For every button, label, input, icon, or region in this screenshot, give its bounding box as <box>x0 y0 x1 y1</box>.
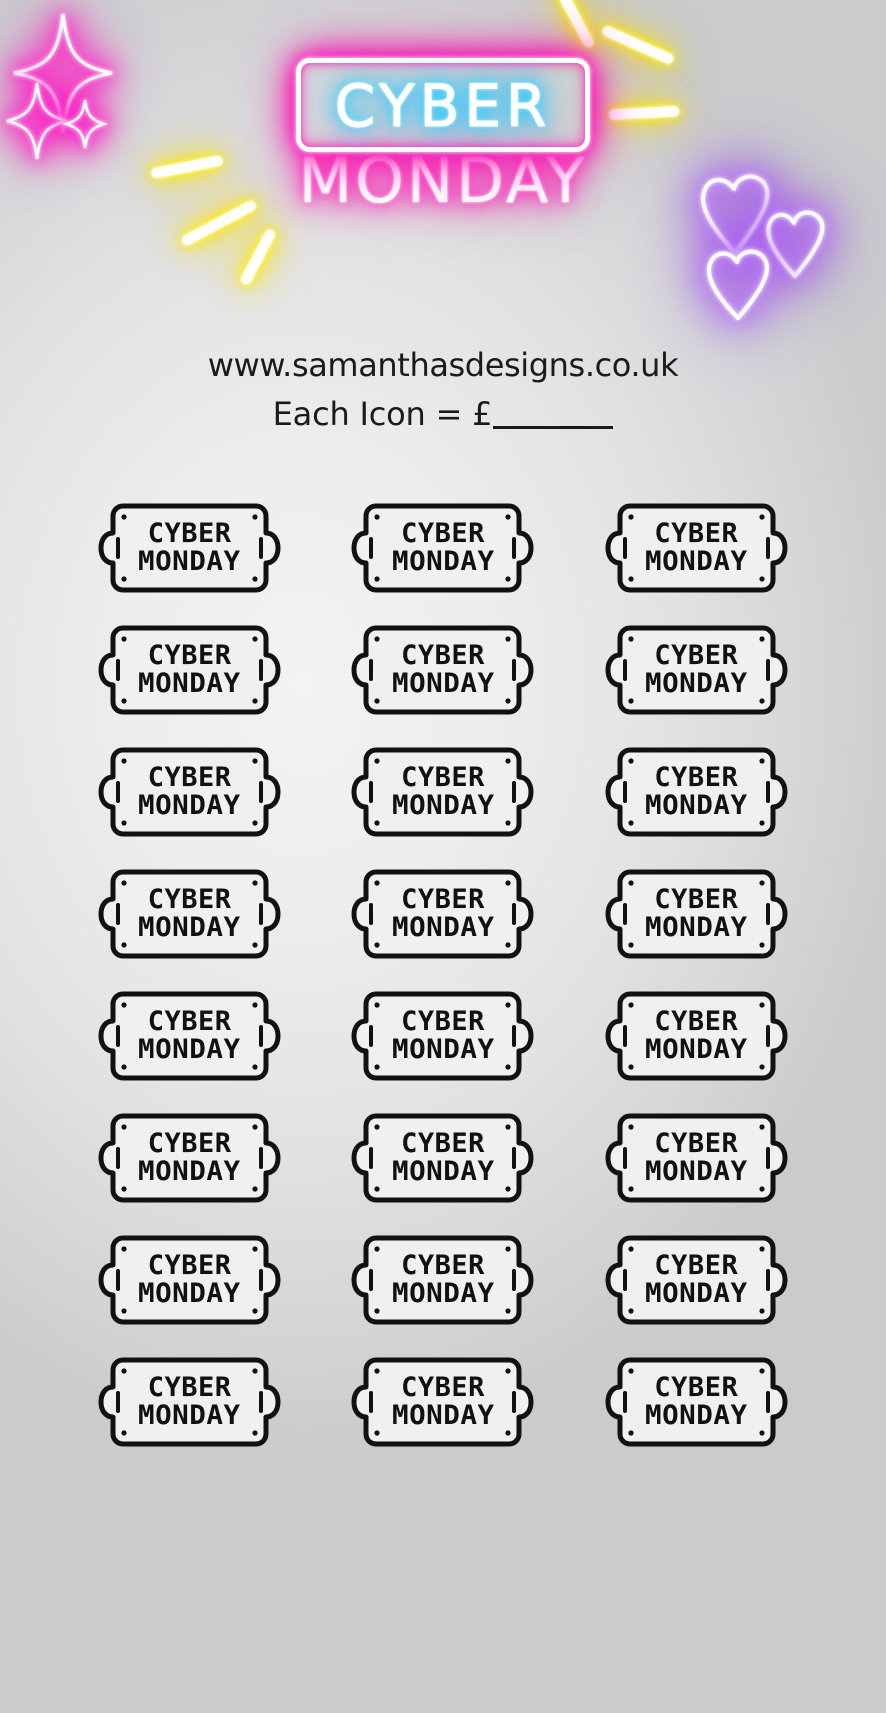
sticker-icon-8[interactable]: CYBER MONDAY <box>350 746 535 838</box>
sticker-outline <box>605 1235 788 1325</box>
sticker-icon-9[interactable]: CYBER MONDAY <box>604 746 789 838</box>
sticker-outline <box>98 1235 281 1325</box>
sticker-icon-21[interactable]: CYBER MONDAY <box>604 1234 789 1326</box>
sticker-icon-23[interactable]: CYBER MONDAY <box>350 1356 535 1448</box>
sticker-icon-24[interactable]: CYBER MONDAY <box>604 1356 789 1448</box>
sticker-icon-1[interactable]: CYBER MONDAY <box>97 502 282 594</box>
neon-cyber-box: CYBER <box>295 58 591 152</box>
sticker-icon-19[interactable]: CYBER MONDAY <box>97 1234 282 1326</box>
sticker-outline <box>605 625 788 715</box>
sticker-outline <box>351 503 534 593</box>
price-label: Each Icon = £ <box>272 395 493 434</box>
sticker-icon-13[interactable]: CYBER MONDAY <box>97 990 282 1082</box>
sticker-outline <box>351 869 534 959</box>
neon-cyber-text: CYBER <box>334 72 552 140</box>
info-block: www.samanthasdesigns.co.uk Each Icon = £ <box>0 344 886 436</box>
sticker-outline <box>605 747 788 837</box>
sticker-icon-11[interactable]: CYBER MONDAY <box>350 868 535 960</box>
sticker-icon-5[interactable]: CYBER MONDAY <box>350 624 535 716</box>
sticker-outline <box>351 991 534 1081</box>
sticker-grid: CYBER MONDAY CYBER MONDAY CYBER MONDAY CYBER MO… <box>63 502 823 1448</box>
sticker-outline <box>98 1357 281 1447</box>
sticker-outline <box>605 1357 788 1447</box>
sticker-icon-10[interactable]: CYBER MONDAY <box>97 868 282 960</box>
sticker-outline <box>98 991 281 1081</box>
sticker-icon-7[interactable]: CYBER MONDAY <box>97 746 282 838</box>
sticker-outline <box>351 1235 534 1325</box>
sticker-outline <box>98 1113 281 1203</box>
sticker-icon-4[interactable]: CYBER MONDAY <box>97 624 282 716</box>
sticker-icon-6[interactable]: CYBER MONDAY <box>604 624 789 716</box>
sticker-icon-2[interactable]: CYBER MONDAY <box>350 502 535 594</box>
sticker-outline <box>351 625 534 715</box>
sticker-icon-15[interactable]: CYBER MONDAY <box>604 990 789 1082</box>
sticker-outline <box>605 869 788 959</box>
sticker-outline <box>98 625 281 715</box>
sticker-outline <box>98 869 281 959</box>
website-url: www.samanthasdesigns.co.uk <box>207 346 679 384</box>
sticker-outline <box>98 503 281 593</box>
price-line: Each Icon = £ <box>0 393 886 436</box>
sticker-outline <box>98 747 281 837</box>
sticker-outline <box>605 503 788 593</box>
sticker-outline <box>605 991 788 1081</box>
sticker-outline <box>605 1113 788 1203</box>
sticker-icon-12[interactable]: CYBER MONDAY <box>604 868 789 960</box>
sticker-icon-16[interactable]: CYBER MONDAY <box>97 1112 282 1204</box>
sticker-icon-22[interactable]: CYBER MONDAY <box>97 1356 282 1448</box>
neon-headline: CYBER MONDAY <box>0 58 886 213</box>
sticker-icon-17[interactable]: CYBER MONDAY <box>350 1112 535 1204</box>
price-blank-field[interactable] <box>493 426 614 430</box>
sticker-outline <box>351 1113 534 1203</box>
sticker-outline <box>351 1357 534 1447</box>
neon-monday-text: MONDAY <box>298 144 588 217</box>
sticker-icon-3[interactable]: CYBER MONDAY <box>604 502 789 594</box>
sticker-outline <box>351 747 534 837</box>
sticker-icon-18[interactable]: CYBER MONDAY <box>604 1112 789 1204</box>
sticker-icon-20[interactable]: CYBER MONDAY <box>350 1234 535 1326</box>
sticker-icon-14[interactable]: CYBER MONDAY <box>350 990 535 1082</box>
